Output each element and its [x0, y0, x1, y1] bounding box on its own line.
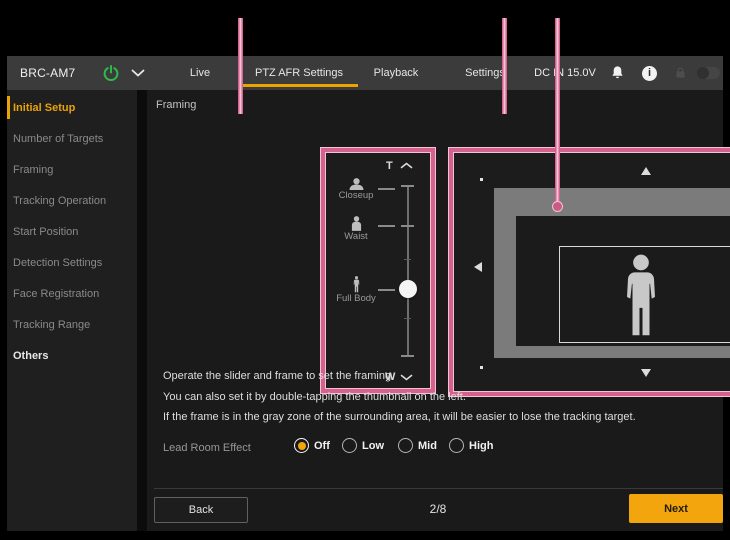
power-icon[interactable]	[102, 64, 120, 82]
footer-divider	[154, 488, 723, 489]
framing-preview-callout	[449, 148, 730, 396]
sidebar-item-tracking-operation[interactable]: Tracking Operation	[7, 185, 137, 216]
back-button[interactable]: Back	[154, 497, 248, 523]
tele-label: T	[386, 160, 393, 172]
main-content: Framing T Closeup	[147, 90, 723, 531]
sidebar-item-label: Start Position	[13, 226, 78, 238]
callout-line-preview	[502, 18, 507, 114]
radio-label: Off	[314, 440, 330, 452]
radio-label: High	[469, 440, 493, 452]
sidebar-item-label: Tracking Operation	[13, 195, 106, 207]
radio-high[interactable]: High	[449, 438, 493, 453]
person-silhouette-icon	[624, 254, 658, 339]
sidebar-item-framing[interactable]: Framing	[7, 154, 137, 185]
sidebar-item-face-registration[interactable]: Face Registration	[7, 278, 137, 309]
preset-full-body[interactable]: Full Body	[334, 276, 378, 304]
sidebar-item-start-position[interactable]: Start Position	[7, 216, 137, 247]
power-source-status: DC IN 15.0V	[525, 56, 605, 90]
lead-room-effect-label: Lead Room Effect	[163, 442, 251, 454]
instruction-line: You can also set it by double-tapping th…	[163, 387, 636, 408]
info-icon[interactable]: i	[642, 66, 657, 81]
radio-off[interactable]: Off	[294, 438, 330, 453]
tab-playback[interactable]: Playback	[358, 56, 434, 90]
radio-circle	[449, 438, 464, 453]
sidebar-item-detection-settings[interactable]: Detection Settings	[7, 247, 137, 278]
zoom-tele-button[interactable]	[400, 162, 413, 169]
radio-mid[interactable]: Mid	[398, 438, 437, 453]
track-minor-tick	[404, 259, 411, 260]
closeup-leader-line	[378, 188, 395, 190]
callout-dot-frame	[553, 202, 562, 211]
radio-circle	[294, 438, 309, 453]
closeup-bust-icon	[348, 178, 365, 190]
instruction-line: If the frame is in the gray zone of the …	[163, 407, 636, 428]
sidebar-item-others[interactable]: Others	[7, 340, 137, 371]
radio-circle	[342, 438, 357, 453]
track-minor-tick	[404, 318, 411, 319]
radio-circle	[398, 438, 413, 453]
sidebar-item-number-of-targets[interactable]: Number of Targets	[7, 123, 137, 154]
sidebar-item-label: Number of Targets	[13, 133, 103, 145]
device-name: BRC-AM7	[20, 56, 75, 90]
sidebar-item-label: Others	[13, 350, 48, 362]
screenshot-canvas: BRC-AM7 Live PTZ AFR Settings Playback S…	[0, 0, 730, 540]
info-glyph: i	[648, 68, 651, 79]
pan-down-arrow-icon[interactable]	[641, 369, 651, 377]
sidebar-nav: Initial Setup Number of Targets Framing …	[7, 90, 137, 531]
sidebar-divider	[137, 90, 147, 531]
preset-label: Waist	[344, 231, 367, 242]
framing-slider-callout: T Closeup Waist	[321, 148, 435, 393]
sidebar-item-initial-setup[interactable]: Initial Setup	[7, 92, 137, 123]
sidebar-item-label: Framing	[13, 164, 53, 176]
preset-label: Full Body	[336, 293, 376, 304]
sidebar-item-label: Tracking Range	[13, 319, 90, 331]
tab-live[interactable]: Live	[170, 56, 230, 90]
waist-torso-icon	[350, 216, 363, 231]
track-top-tick	[401, 185, 414, 187]
sidebar-item-tracking-range[interactable]: Tracking Range	[7, 309, 137, 340]
sidebar-item-label: Detection Settings	[13, 257, 102, 269]
full-body-icon	[353, 276, 360, 293]
zoom-slider-track[interactable]	[407, 186, 409, 356]
page-title: Framing	[156, 99, 196, 111]
radio-low[interactable]: Low	[342, 438, 384, 453]
waist-leader-line	[378, 225, 395, 227]
chevron-down-icon[interactable]	[131, 69, 145, 77]
lock-icon[interactable]	[674, 66, 687, 79]
zoom-slider-handle[interactable]	[399, 280, 417, 298]
top-bar: BRC-AM7 Live PTZ AFR Settings Playback S…	[7, 56, 723, 90]
lock-toggle[interactable]	[697, 67, 720, 79]
callout-line-slider	[238, 18, 243, 114]
track-waist-tick	[401, 225, 414, 227]
instruction-line: Operate the slider and frame to set the …	[163, 366, 636, 387]
radio-label: Low	[362, 440, 384, 452]
pan-left-arrow-icon[interactable]	[474, 262, 482, 272]
callout-line-frame	[555, 18, 560, 204]
tab-ptz-afr-settings[interactable]: PTZ AFR Settings	[240, 56, 358, 90]
full-body-leader-line	[378, 289, 395, 291]
sidebar-item-label: Face Registration	[13, 288, 99, 300]
pan-up-arrow-icon[interactable]	[641, 167, 651, 175]
next-button[interactable]: Next	[629, 494, 723, 523]
corner-marker	[480, 178, 483, 181]
preset-closeup[interactable]: Closeup	[337, 178, 375, 201]
page-indicator: 2/8	[398, 502, 478, 516]
radio-label: Mid	[418, 440, 437, 452]
tab-settings[interactable]: Settings	[447, 56, 523, 90]
preset-waist[interactable]: Waist	[337, 216, 375, 242]
bell-icon[interactable]	[610, 65, 625, 81]
app-window: BRC-AM7 Live PTZ AFR Settings Playback S…	[7, 56, 723, 531]
sidebar-item-label: Initial Setup	[13, 102, 75, 114]
track-bottom-tick	[401, 355, 414, 357]
instruction-text: Operate the slider and frame to set the …	[163, 366, 636, 428]
preset-label: Closeup	[339, 190, 374, 201]
